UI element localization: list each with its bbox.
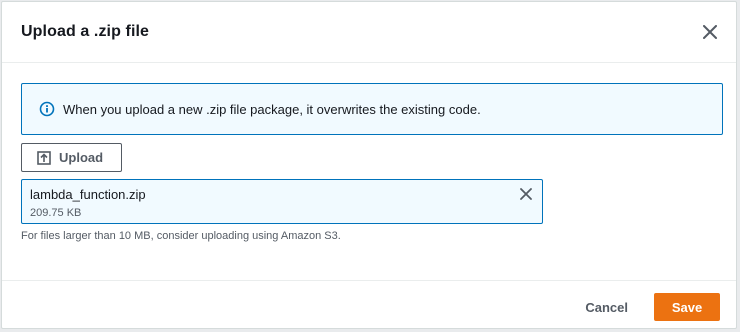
upload-zip-modal: Upload a .zip file When you upload a new… [1,1,737,329]
file-name: lambda_function.zip [30,187,146,202]
modal-title: Upload a .zip file [21,23,150,40]
cancel-button[interactable]: Cancel [585,293,628,321]
close-icon [520,188,532,200]
modal-header: Upload a .zip file [2,2,736,63]
close-icon [703,25,717,39]
file-size: 209.75 KB [30,207,82,219]
info-icon [39,101,55,117]
alert-message: When you upload a new .zip file package,… [63,101,481,117]
upload-icon [37,150,51,165]
constraint-text: For files larger than 10 MB, consider up… [21,230,341,242]
upload-button[interactable]: Upload [21,143,122,172]
file-token: lambda_function.zip 209.75 KB [21,179,543,224]
close-button[interactable] [700,22,720,42]
save-button[interactable]: Save [654,293,720,321]
modal-footer: Cancel Save [2,280,736,329]
remove-file-button[interactable] [518,186,534,202]
info-alert: When you upload a new .zip file package,… [21,83,723,135]
upload-button-label: Upload [59,150,104,165]
